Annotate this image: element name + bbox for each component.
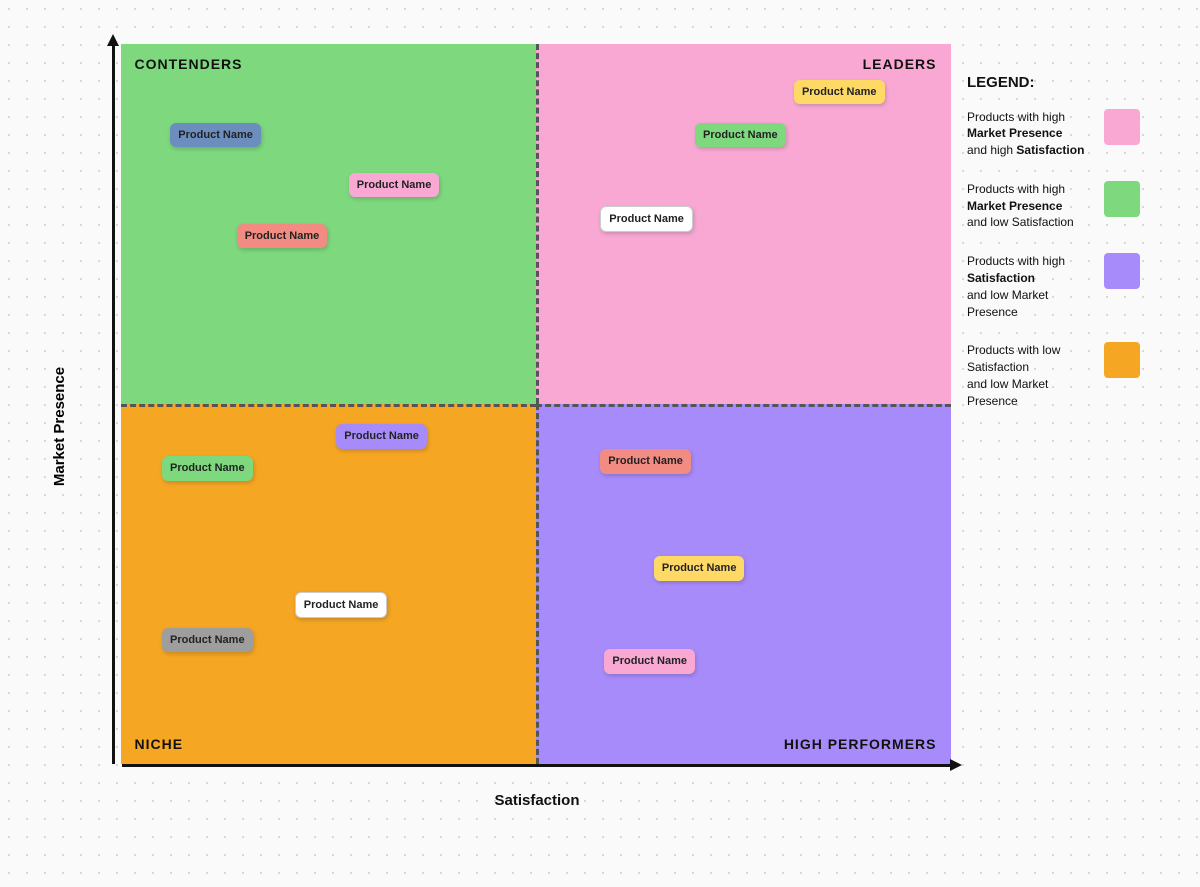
legend-swatch-2 — [1104, 181, 1140, 217]
quadrant-niche: NICHE Product Name Product Name Product Na… — [121, 404, 536, 764]
x-axis-label: Satisfaction — [122, 792, 952, 809]
product-tag-6: Product Name — [162, 456, 253, 480]
x-axis — [122, 764, 952, 784]
legend-item-2: Products with high Market Presenceand lo… — [967, 181, 1140, 231]
legend-item-4: Products with low Satisfactionand low Ma… — [967, 342, 1140, 409]
quadrant-grid: CONTENDERS Product Name Product Name Produ… — [121, 44, 951, 764]
product-tag-1: Product Name — [237, 224, 328, 248]
legend-item-3: Products with high Satisfactionand low M… — [967, 253, 1140, 320]
legend-title: LEGEND: — [967, 74, 1140, 91]
legend: LEGEND: Products with high Market Presen… — [952, 54, 1155, 452]
product-tag-9: Product Name — [336, 424, 427, 448]
product-tag-11: Product Name — [654, 556, 745, 580]
legend-swatch-1 — [1104, 109, 1140, 145]
product-tag-12: Product Name — [604, 649, 695, 673]
product-tag-4: Product Name — [695, 123, 786, 147]
quadrant-highperf: HIGH PERFORMERS Product Name Product Name… — [536, 404, 951, 764]
legend-swatch-4 — [1104, 342, 1140, 378]
chart-area: Market Presence CONTENDERS Product Name P… — [45, 44, 952, 809]
quadrant-leaders: LEADERS Product Name Product Name Product … — [536, 44, 951, 404]
product-tag-3: Product Name — [600, 206, 693, 232]
legend-swatch-3 — [1104, 253, 1140, 289]
chart-with-axes: CONTENDERS Product Name Product Name Produ… — [105, 44, 952, 809]
legend-text-2: Products with high Market Presenceand lo… — [967, 181, 1104, 231]
product-tag-2: Product Name — [349, 173, 440, 197]
main-container: Market Presence CONTENDERS Product Name P… — [25, 24, 1175, 864]
quadrant-contenders: CONTENDERS Product Name Product Name Produ… — [121, 44, 536, 404]
product-tag-5: Product Name — [794, 80, 885, 104]
leaders-label: LEADERS — [863, 56, 937, 72]
legend-text-1: Products with high Market Presenceand hi… — [967, 109, 1104, 159]
product-tag-8: Product Name — [295, 592, 388, 618]
product-tag-0: Product Name — [170, 123, 261, 147]
product-tag-7: Product Name — [162, 628, 253, 652]
highperf-label: HIGH PERFORMERS — [784, 736, 937, 752]
y-axis-label: Market Presence — [52, 366, 69, 485]
legend-text-4: Products with low Satisfactionand low Ma… — [967, 342, 1104, 409]
product-tag-10: Product Name — [600, 449, 691, 473]
contenders-label: CONTENDERS — [135, 56, 243, 72]
niche-label: NICHE — [135, 736, 184, 752]
legend-item-1: Products with high Market Presenceand hi… — [967, 109, 1140, 159]
legend-text-3: Products with high Satisfactionand low M… — [967, 253, 1104, 320]
